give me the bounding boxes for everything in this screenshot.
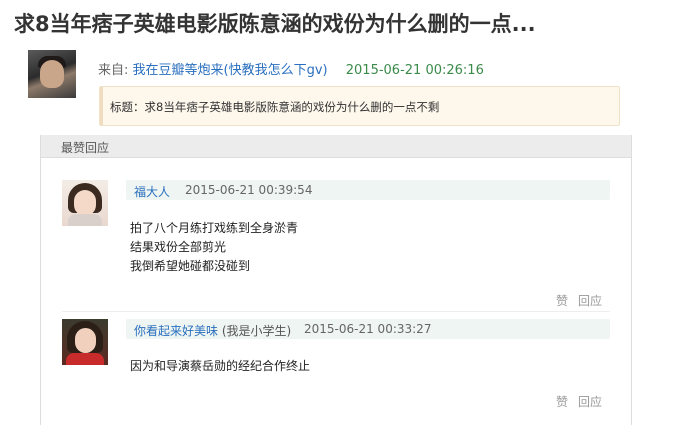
reply-user-link[interactable]: 你看起来好美味 <box>134 324 218 338</box>
top-replies-title: 最赞回应 <box>61 141 110 155</box>
reply-content: 因为和导演蔡岳勋的经纪合作终止 <box>130 357 310 376</box>
top-replies-panel: 最赞回应 <box>40 135 632 425</box>
avatar-body <box>68 214 102 226</box>
reply-user: 你看起来好美味 (我是小学生) <box>134 322 291 339</box>
reply-button[interactable]: 回应 <box>578 294 602 308</box>
post-meta: 来自: 我在豆瓣等炮来(快教我怎么下gv) 2015-06-21 00:26:1… <box>98 59 484 78</box>
avatar-face <box>40 60 64 88</box>
reply-actions: 赞回应 <box>556 393 612 410</box>
reply-actions: 赞回应 <box>556 292 612 309</box>
author-avatar[interactable] <box>28 50 76 98</box>
subject-text: 标题：求8当年痞子英雄电影版陈意涵的戏份为什么删的一点不剩 <box>110 100 440 114</box>
subject-box: 标题：求8当年痞子英雄电影版陈意涵的戏份为什么删的一点不剩 <box>99 86 620 126</box>
reply-date: 2015-06-21 00:39:54 <box>185 183 313 197</box>
reply-user-note: (我是小学生) <box>221 324 292 338</box>
top-replies-header: 最赞回应 <box>41 135 631 158</box>
reply-date: 2015-06-21 00:33:27 <box>304 322 432 336</box>
reply-button[interactable]: 回应 <box>578 395 602 409</box>
reply-header: 福大人 2015-06-21 00:39:54 <box>126 180 610 200</box>
reply-divider <box>62 311 610 312</box>
from-label: 来自: <box>98 63 129 78</box>
avatar-body <box>66 353 104 365</box>
author-link[interactable]: 我在豆瓣等炮来(快教我怎么下gv) <box>133 63 328 78</box>
reply-header: 你看起来好美味 (我是小学生) 2015-06-21 00:33:27 <box>126 319 610 339</box>
like-button[interactable]: 赞 <box>556 294 568 308</box>
reply-line: 拍了八个月练打戏练到全身淤青 <box>130 221 299 235</box>
subject-accent-bar <box>100 87 103 125</box>
reply-line: 我倒希望她碰都没碰到 <box>130 259 251 273</box>
avatar-face <box>75 328 96 353</box>
reply-avatar[interactable] <box>62 180 108 226</box>
reply-avatar[interactable] <box>62 319 108 365</box>
reply-line: 结果戏份全部剪光 <box>130 240 227 254</box>
post-title: 求8当年痞子英雄电影版陈意涵的戏份为什么删的一点... <box>14 12 536 36</box>
post-date: 2015-06-21 00:26:16 <box>345 63 484 78</box>
reply-content: 拍了八个月练打戏练到全身淤青 结果戏份全部剪光 我倒希望她碰都没碰到 <box>130 219 298 276</box>
like-button[interactable]: 赞 <box>556 395 568 409</box>
reply-user-link[interactable]: 福大人 <box>134 183 170 200</box>
avatar-face <box>74 190 96 216</box>
reply-line: 因为和导演蔡岳勋的经纪合作终止 <box>130 359 311 373</box>
